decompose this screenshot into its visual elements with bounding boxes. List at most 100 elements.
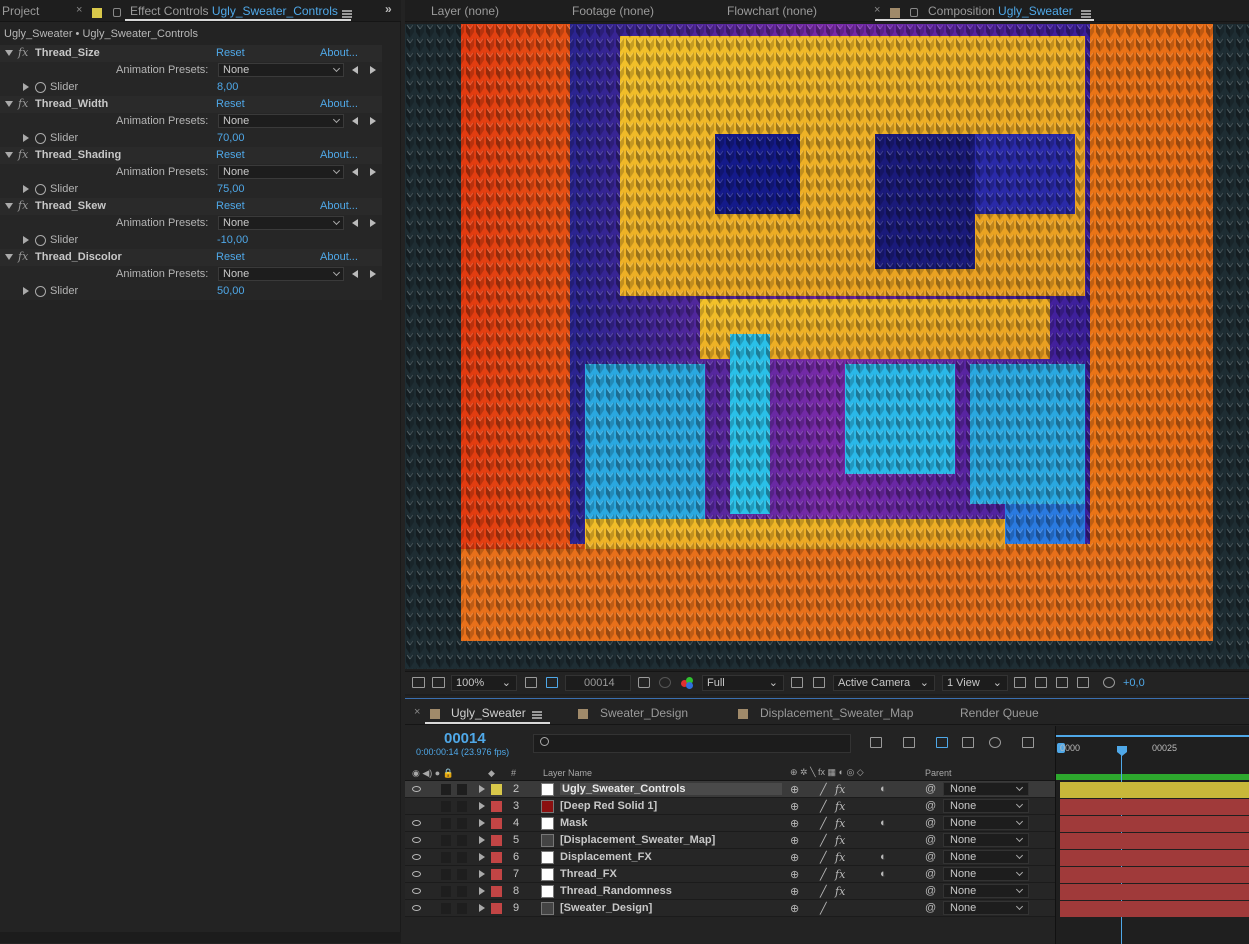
expand-triangle-icon[interactable]	[479, 836, 485, 844]
next-preset-icon[interactable]	[370, 270, 376, 278]
label-color-swatch[interactable]	[491, 801, 502, 812]
grid-guide-icon[interactable]	[525, 677, 537, 688]
effect-header-row[interactable]: fx Thread_Skew Reset About...	[0, 198, 382, 215]
lock-toggle[interactable]	[457, 818, 467, 829]
expand-triangle-icon[interactable]	[5, 254, 13, 260]
fx-icon[interactable]: fx	[18, 46, 28, 59]
stopwatch-icon[interactable]	[35, 235, 46, 246]
label-color-swatch[interactable]	[491, 886, 502, 897]
layer-duration-bar[interactable]	[1060, 833, 1249, 849]
visibility-eye-icon[interactable]	[412, 786, 421, 792]
close-icon[interactable]: ×	[874, 4, 880, 16]
expand-triangle-icon[interactable]	[5, 101, 13, 107]
reset-link[interactable]: Reset	[216, 251, 245, 263]
fx-switch-icon[interactable]: fx	[835, 783, 845, 796]
toggle-pixel-aspect-icon[interactable]	[1014, 677, 1026, 688]
pick-whip-icon[interactable]: @	[925, 902, 936, 914]
quality-switch-icon[interactable]: ╱	[820, 817, 827, 830]
quality-switch-icon[interactable]: ╱	[820, 834, 827, 847]
animation-presets-dropdown[interactable]: None	[218, 165, 344, 179]
visibility-eye-icon[interactable]	[412, 837, 421, 843]
parent-dropdown[interactable]: None	[943, 782, 1029, 796]
adjustment-layer-icon[interactable]: ◐	[880, 851, 887, 863]
parent-dropdown[interactable]: None	[943, 867, 1029, 881]
timeline-icon[interactable]	[1056, 677, 1068, 688]
layer-name[interactable]: [Deep Red Solid 1]	[560, 800, 657, 812]
label-color-swatch[interactable]	[491, 818, 502, 829]
layer-row[interactable]: 5 [Displacement_Sweater_Map] ⊕ ╱ fx @ No…	[405, 832, 1055, 849]
work-area-bar[interactable]	[1056, 735, 1249, 737]
tab-displacement-map[interactable]: Displacement_Sweater_Map	[760, 706, 913, 720]
tab-render-queue[interactable]: Render Queue	[960, 706, 1039, 720]
panel-menu-icon[interactable]	[532, 708, 542, 722]
quality-switch-icon[interactable]: ╱	[820, 868, 827, 881]
flowchart-icon[interactable]	[1077, 677, 1089, 688]
current-time-display[interactable]: 00014	[444, 730, 486, 747]
current-frame-field[interactable]: 00014	[565, 675, 631, 691]
expand-triangle-icon[interactable]	[479, 904, 485, 912]
layer-row[interactable]: 3 [Deep Red Solid 1] ⊕ ╱ fx @ None	[405, 798, 1055, 815]
layer-name-header[interactable]: Layer Name	[543, 768, 592, 778]
layer-row[interactable]: 7 Thread_FX ⊕ ╱ fx ◐ @ None	[405, 866, 1055, 883]
shy-switch-icon[interactable]: ⊕	[790, 851, 799, 864]
parent-dropdown[interactable]: None	[943, 833, 1029, 847]
draft-3d-icon[interactable]	[903, 737, 915, 748]
show-snapshot-icon[interactable]	[659, 677, 671, 688]
effect-header-row[interactable]: fx Thread_Shading Reset About...	[0, 147, 382, 164]
layer-row[interactable]: 2 Ugly_Sweater_Controls ⊕ ╱ fx ◐ @ None	[405, 781, 1055, 798]
motion-blur-icon[interactable]	[989, 737, 1001, 748]
expand-triangle-icon[interactable]	[23, 287, 29, 295]
tab-effect-controls[interactable]: Effect Controls Ugly_Sweater_Controls	[130, 4, 338, 18]
lock-toggle[interactable]	[457, 852, 467, 863]
quality-switch-icon[interactable]: ╱	[820, 851, 827, 864]
monitor-icon[interactable]	[432, 677, 445, 688]
shy-switch-icon[interactable]: ⊕	[790, 817, 799, 830]
animation-presets-dropdown[interactable]: None	[218, 114, 344, 128]
adjustment-layer-icon[interactable]: ◐	[880, 783, 887, 795]
stopwatch-icon[interactable]	[35, 184, 46, 195]
solo-toggle[interactable]	[441, 818, 451, 829]
expand-panels-icon[interactable]: »	[385, 2, 392, 16]
parent-dropdown[interactable]: None	[943, 850, 1029, 864]
solo-toggle[interactable]	[441, 784, 451, 795]
layer-duration-bar[interactable]	[1060, 884, 1249, 900]
zoom-dropdown[interactable]: 100% ⌄	[451, 675, 517, 691]
sweater-render-canvas[interactable]	[405, 24, 1249, 669]
expand-triangle-icon[interactable]	[5, 50, 13, 56]
label-color-swatch[interactable]	[491, 869, 502, 880]
shy-switch-icon[interactable]: ⊕	[790, 885, 799, 898]
about-link[interactable]: About...	[320, 47, 358, 59]
layer-name[interactable]: Mask	[560, 817, 588, 829]
label-color-swatch[interactable]	[491, 852, 502, 863]
graph-editor-icon[interactable]	[1022, 737, 1034, 748]
layer-name[interactable]: [Sweater_Design]	[560, 902, 652, 914]
visibility-toggle[interactable]	[412, 802, 422, 811]
lock-toggle[interactable]	[457, 886, 467, 897]
reset-link[interactable]: Reset	[216, 98, 245, 110]
expand-triangle-icon[interactable]	[479, 802, 485, 810]
expand-triangle-icon[interactable]	[23, 83, 29, 91]
expand-triangle-icon[interactable]	[5, 152, 13, 158]
layer-duration-bar[interactable]	[1060, 816, 1249, 832]
adjustment-layer-icon[interactable]: ◐	[880, 817, 887, 829]
quality-switch-icon[interactable]: ╱	[820, 885, 827, 898]
pick-whip-icon[interactable]: @	[925, 851, 936, 863]
animation-presets-dropdown[interactable]: None	[218, 63, 344, 77]
stopwatch-icon[interactable]	[35, 286, 46, 297]
stopwatch-icon[interactable]	[35, 133, 46, 144]
visibility-eye-icon[interactable]	[412, 820, 421, 826]
next-preset-icon[interactable]	[370, 66, 376, 74]
close-icon[interactable]: ×	[76, 4, 82, 16]
quality-switch-icon[interactable]: ╱	[820, 902, 827, 915]
mask-visibility-icon[interactable]	[546, 677, 558, 688]
tab-layer[interactable]: Layer (none)	[431, 4, 499, 18]
tab-ugly-sweater[interactable]: Ugly_Sweater	[451, 706, 526, 720]
reset-exposure-icon[interactable]	[1103, 677, 1115, 688]
lock-toggle[interactable]	[457, 835, 467, 846]
lock-icon[interactable]	[910, 5, 918, 19]
shy-layers-icon[interactable]	[936, 737, 948, 748]
fx-icon[interactable]: fx	[18, 148, 28, 161]
region-of-interest-icon[interactable]	[791, 677, 803, 688]
label-color-swatch[interactable]	[491, 835, 502, 846]
layer-search-input[interactable]	[533, 734, 851, 753]
